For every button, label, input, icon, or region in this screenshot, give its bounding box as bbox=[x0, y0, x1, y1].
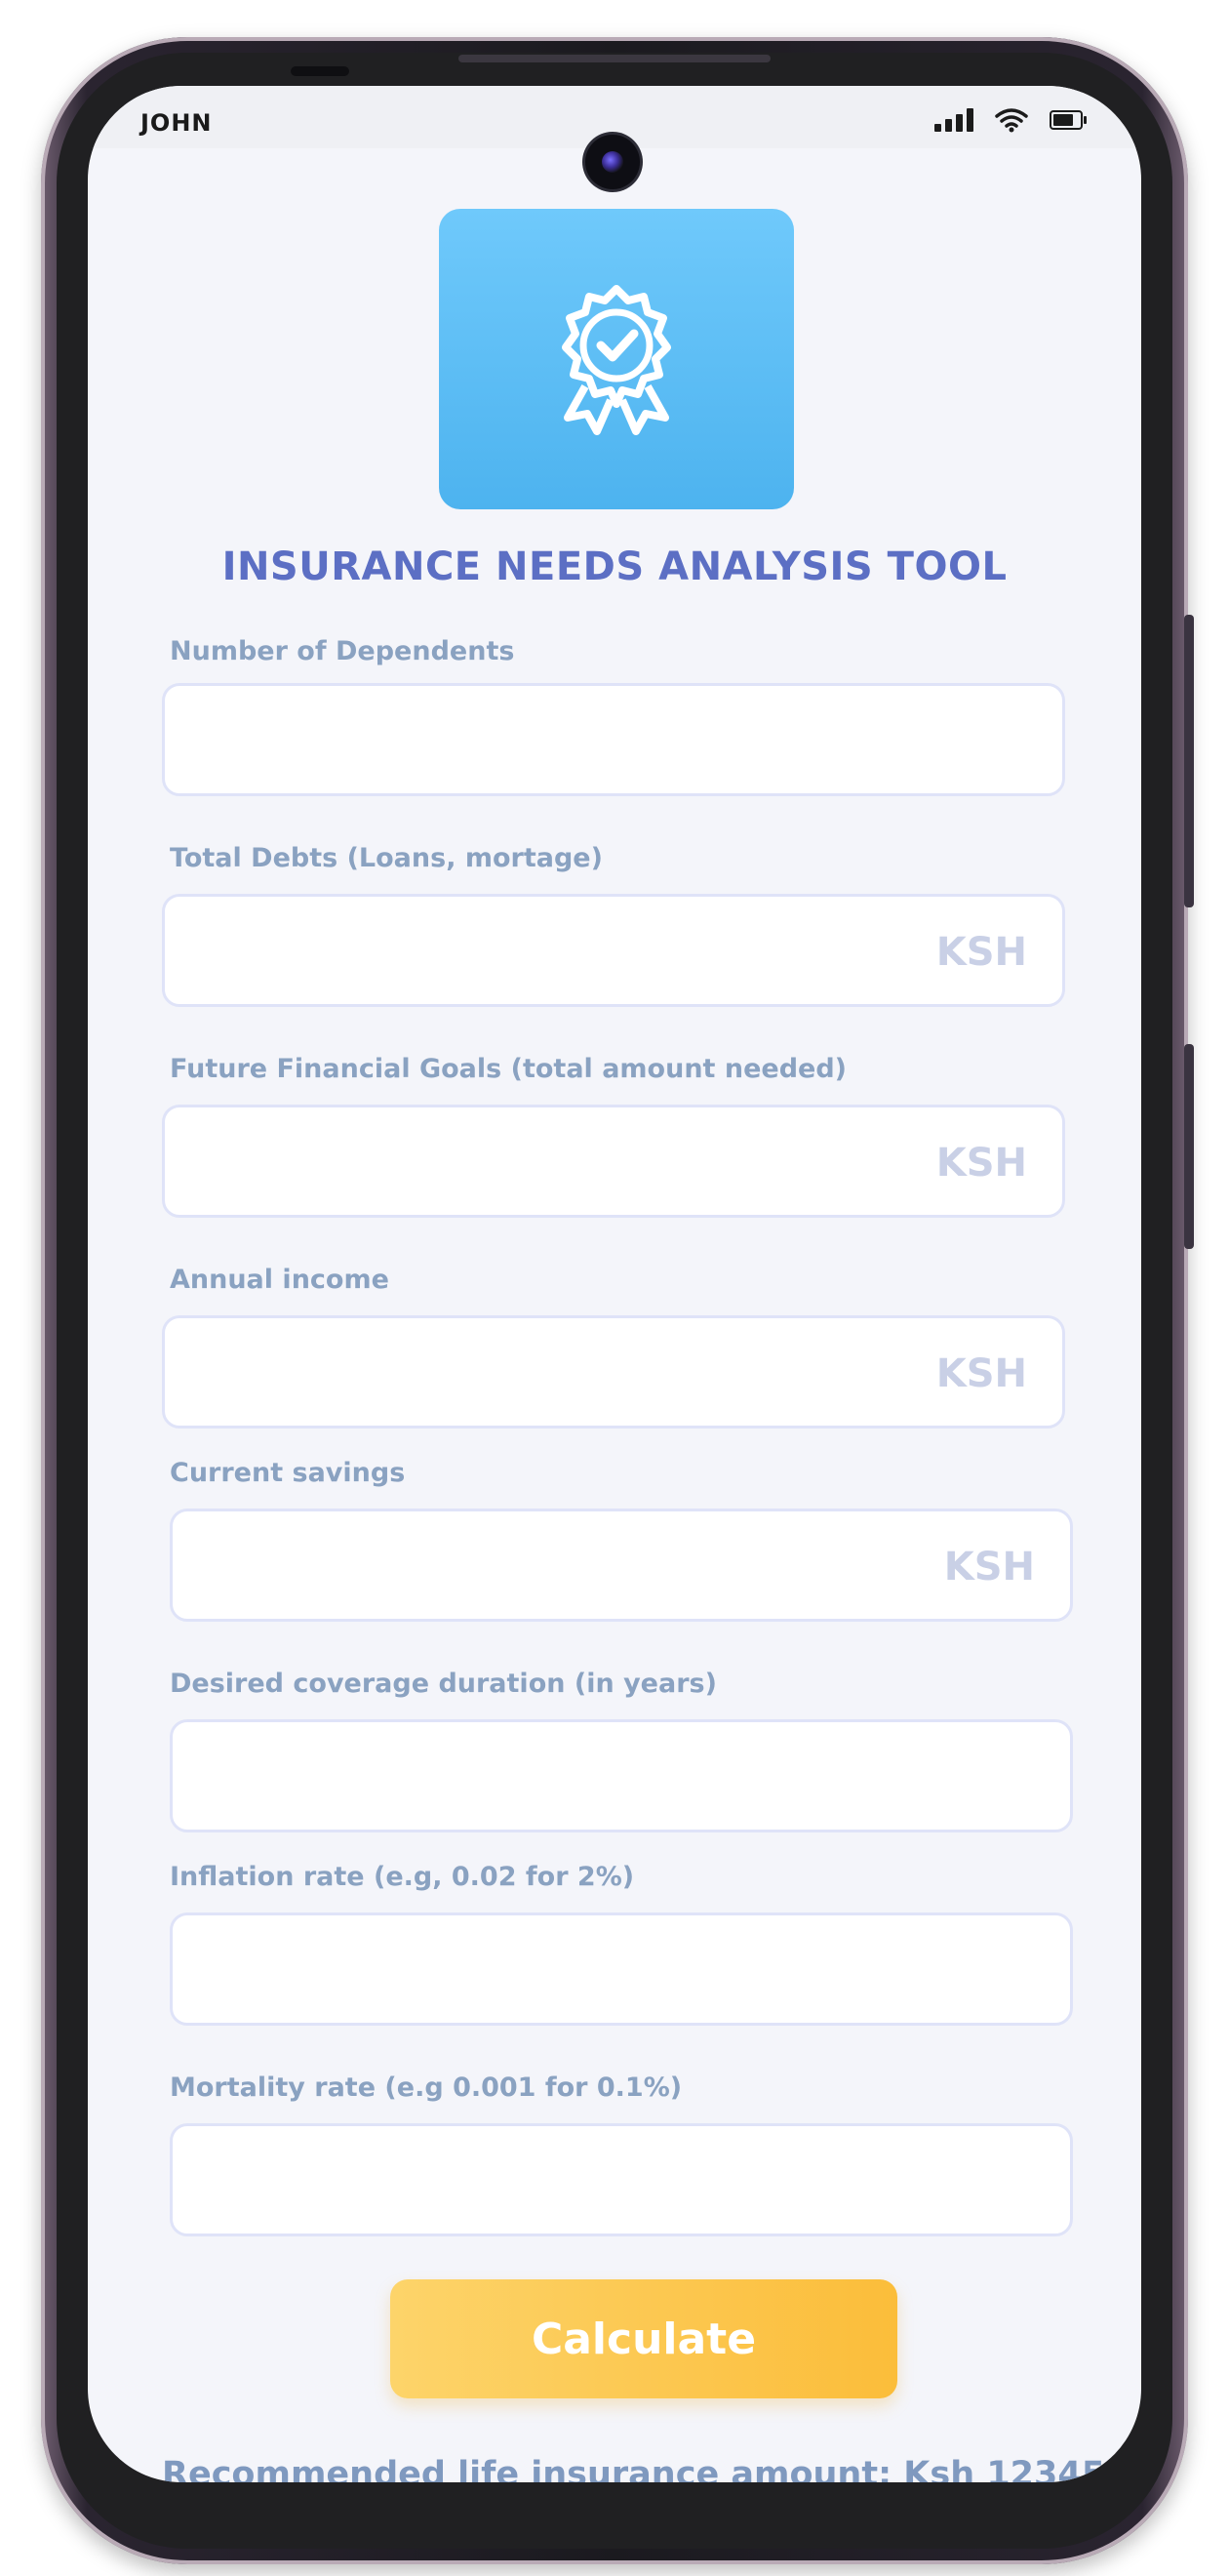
volume-button bbox=[1184, 615, 1194, 907]
badge-check-icon bbox=[562, 285, 671, 435]
wifi-icon bbox=[995, 108, 1028, 133]
front-camera bbox=[585, 135, 640, 189]
total-debts-input[interactable]: KSH bbox=[162, 894, 1065, 1007]
result-text: Recommended life insurance amount: Ksh 1… bbox=[162, 2455, 1130, 2482]
mortality-rate-field[interactable] bbox=[173, 2126, 1070, 2234]
currency-suffix: KSH bbox=[935, 1351, 1027, 1396]
annual-income-field[interactable] bbox=[165, 1318, 1062, 1426]
annual-income-input[interactable]: KSH bbox=[162, 1315, 1065, 1429]
inflation-rate-field[interactable] bbox=[173, 1915, 1070, 2023]
power-button bbox=[1184, 1044, 1194, 1249]
currency-suffix: KSH bbox=[943, 1545, 1035, 1590]
currency-suffix: KSH bbox=[935, 1141, 1027, 1186]
mortality-rate-input[interactable] bbox=[170, 2123, 1073, 2236]
field-label-coverage-duration: Desired coverage duration (in years) bbox=[170, 1669, 717, 1699]
total-debts-field[interactable] bbox=[165, 897, 1062, 1004]
financial-goals-field[interactable] bbox=[165, 1107, 1062, 1215]
field-label-annual-income: Annual income bbox=[170, 1265, 389, 1295]
page-title: INSURANCE NEEDS ANALYSIS TOOL bbox=[221, 544, 1008, 589]
field-label-mortality-rate: Mortality rate (e.g 0.001 for 0.1%) bbox=[170, 2073, 683, 2103]
field-label-inflation-rate: Inflation rate (e.g, 0.02 for 2%) bbox=[170, 1862, 635, 1892]
earpiece-speaker bbox=[458, 55, 771, 62]
app-logo bbox=[439, 209, 794, 509]
carrier-name: JOHN bbox=[140, 109, 213, 137]
dependents-field[interactable] bbox=[165, 686, 1062, 793]
battery-icon bbox=[1050, 110, 1087, 130]
inflation-rate-input[interactable] bbox=[170, 1912, 1073, 2026]
coverage-duration-field[interactable] bbox=[173, 1722, 1070, 1830]
currency-suffix: KSH bbox=[935, 930, 1027, 975]
status-icons bbox=[934, 107, 1087, 133]
signal-icon bbox=[934, 108, 973, 132]
field-label-current-savings: Current savings bbox=[170, 1458, 406, 1488]
field-label-total-debts: Total Debts (Loans, mortage) bbox=[170, 843, 603, 873]
top-sensor bbox=[291, 66, 349, 76]
field-label-dependents: Number of Dependents bbox=[170, 636, 515, 666]
dependents-input[interactable] bbox=[162, 683, 1065, 796]
financial-goals-input[interactable]: KSH bbox=[162, 1105, 1065, 1218]
current-savings-input[interactable]: KSH bbox=[170, 1509, 1073, 1622]
current-savings-field[interactable] bbox=[173, 1511, 1070, 1619]
calculate-button[interactable]: Calculate bbox=[390, 2279, 897, 2398]
field-label-financial-goals: Future Financial Goals (total amount nee… bbox=[170, 1054, 848, 1084]
phone-screen: JOHN INSURANCE NEEDS ANALYSIS TOOL Numbe… bbox=[88, 86, 1141, 2482]
coverage-duration-input[interactable] bbox=[170, 1719, 1073, 1832]
